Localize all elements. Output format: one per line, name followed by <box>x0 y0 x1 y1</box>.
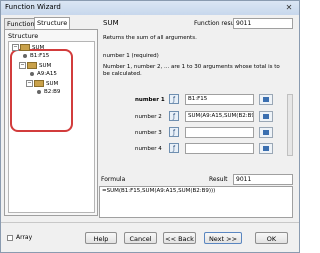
close-icon[interactable]: ✕ <box>282 2 296 13</box>
argument-description: Number 1, number 2, ... are 1 to 30 argu… <box>103 64 280 77</box>
shrink-icon <box>263 146 269 151</box>
shrink-icon <box>263 114 269 119</box>
arg-label-1: number 1 <box>135 97 165 103</box>
title-bar: Function Wizard ✕ <box>1 1 299 15</box>
array-label: Array <box>16 234 33 241</box>
tree-node-label: A9:A15 <box>37 71 57 77</box>
bullet-icon <box>30 71 34 76</box>
tree-node-sum-2[interactable]: − SUM <box>19 62 51 69</box>
function-description: Returns the sum of all arguments. <box>103 35 197 41</box>
divider <box>1 222 299 223</box>
arg-input-2[interactable]: SUM(A9:A15,SUM(B2:B9)) <box>185 111 254 122</box>
function-result-field: 9011 <box>233 18 293 29</box>
function-name: SUM <box>103 19 119 27</box>
structure-header: Structure <box>8 32 39 40</box>
function-icon[interactable]: ƒ <box>169 94 179 104</box>
bullet-icon <box>37 89 41 94</box>
structure-panel: Structure − SUM B1:F15 − SUM A9:A15 − SUM B… <box>4 29 98 216</box>
folder-icon <box>27 62 37 69</box>
tree-node-range-3[interactable]: B2:B9 <box>37 89 60 95</box>
structure-tree[interactable]: − SUM B1:F15 − SUM A9:A15 − SUM B2:B9 <box>8 41 95 213</box>
arg-label-4: number 4 <box>135 146 162 152</box>
result-field: 9011 <box>233 174 293 185</box>
shrink-button-4[interactable] <box>259 143 273 154</box>
arg-input-3[interactable] <box>185 127 254 138</box>
tab-structure[interactable]: Structure <box>34 17 71 29</box>
ok-button[interactable]: OK <box>255 232 288 244</box>
argument-title: number 1 (required) <box>103 53 159 59</box>
collapse-icon[interactable]: − <box>26 80 33 87</box>
window-title: Function Wizard <box>5 3 61 11</box>
tree-node-label: SUM <box>46 81 59 87</box>
shrink-icon <box>263 130 269 135</box>
tree-node-range-2[interactable]: A9:A15 <box>30 71 57 77</box>
result-label: Result <box>209 176 228 183</box>
function-wizard-window: Function Wizard ✕ Functions Structure St… <box>0 0 300 253</box>
help-button[interactable]: Help <box>85 232 117 244</box>
tree-node-range-1[interactable]: B1:F15 <box>23 53 49 59</box>
arg-label-3: number 3 <box>135 130 162 136</box>
tree-node-label: SUM <box>32 45 45 51</box>
shrink-button-2[interactable] <box>259 111 273 122</box>
function-icon[interactable]: ƒ <box>169 127 179 137</box>
args-scrollbar[interactable] <box>287 94 293 156</box>
folder-icon <box>34 80 44 87</box>
shrink-button-3[interactable] <box>259 127 273 138</box>
folder-icon <box>20 44 30 51</box>
shrink-button-1[interactable] <box>259 94 273 105</box>
arg-input-1[interactable]: B1:F15 <box>185 94 254 105</box>
back-button[interactable]: << Back <box>163 232 196 244</box>
tree-node-label: B2:B9 <box>44 89 61 95</box>
collapse-icon[interactable]: − <box>19 62 26 69</box>
next-button[interactable]: Next >> <box>204 232 242 244</box>
array-checkbox[interactable] <box>7 235 13 241</box>
formula-editor[interactable]: =SUM(B1:F15,SUM(A9:A15,SUM(B2:B9))) <box>99 186 293 218</box>
tree-node-label: B1:F15 <box>30 53 50 59</box>
function-icon[interactable]: ƒ <box>169 111 179 121</box>
tree-node-sum-3[interactable]: − SUM <box>26 80 58 87</box>
function-icon[interactable]: ƒ <box>169 143 179 153</box>
formula-label: Formula <box>101 176 126 183</box>
arg-label-2: number 2 <box>135 114 162 120</box>
collapse-icon[interactable]: − <box>12 44 19 51</box>
function-result-label: Function result <box>194 20 239 27</box>
shrink-icon <box>263 97 269 102</box>
arg-input-4[interactable] <box>185 143 254 154</box>
tree-node-label: SUM <box>39 63 52 69</box>
bullet-icon <box>23 53 27 58</box>
tree-node-sum-1[interactable]: − SUM <box>12 44 44 51</box>
cancel-button[interactable]: Cancel <box>124 232 157 244</box>
